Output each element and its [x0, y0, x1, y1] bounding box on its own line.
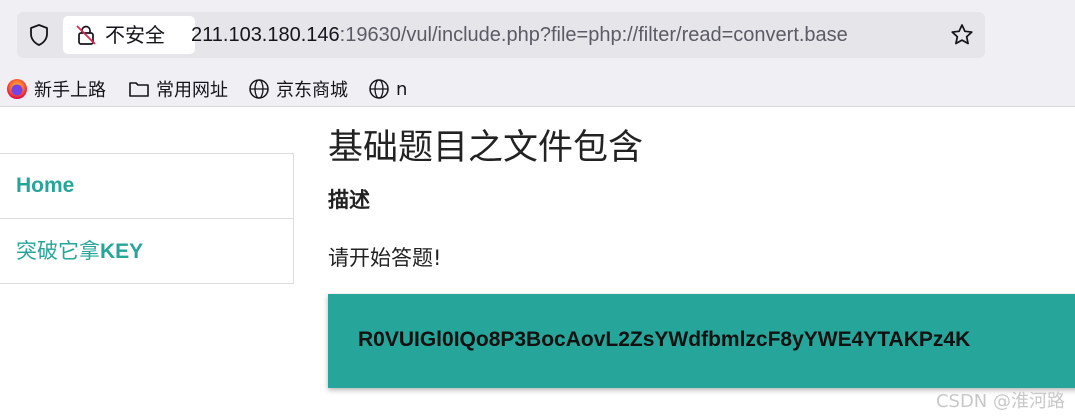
sidebar-nav: Home 突破它拿KEY — [0, 153, 294, 284]
address-bar[interactable]: 不安全 211.103.180.146:19630/vul/include.ph… — [17, 12, 985, 58]
description-heading: 描述 — [328, 188, 370, 212]
bookmark-label: n — [396, 78, 408, 100]
folder-icon — [129, 82, 149, 97]
sidebar-item-home[interactable]: Home — [0, 154, 293, 218]
sidebar-item-label: Home — [16, 174, 75, 197]
key-output-card: R0VUIGl0IQo8P3BocAovL2ZsYWdfbmlzcF8yYWE4… — [328, 294, 1075, 388]
url-host: 211.103.180.146 — [191, 24, 340, 46]
main-content: 基础题目之文件包含 描述 请开始答题! — [328, 124, 644, 270]
insecure-label: 不安全 — [105, 23, 165, 47]
bookmarks-toolbar: 新手上路 常用网址 京东商城 n — [0, 70, 1075, 107]
insecure-lock-icon — [76, 25, 96, 45]
site-identity-button[interactable]: 不安全 — [63, 16, 195, 54]
bookmark-label: 常用网址 — [156, 80, 228, 101]
sidebar-item-label-latin: KEY — [100, 240, 144, 263]
prompt-text: 请开始答题! — [328, 246, 442, 270]
tracking-protection-shield-icon[interactable] — [27, 23, 51, 47]
globe-icon — [369, 79, 389, 99]
bookmark-item[interactable]: 新手上路 — [6, 74, 106, 104]
bookmark-item[interactable]: 京东商城 — [248, 74, 348, 104]
bookmark-label: 新手上路 — [34, 80, 106, 101]
bookmark-item[interactable]: n — [368, 74, 407, 104]
bookmark-folder[interactable]: 常用网址 — [128, 74, 228, 104]
watermark: CSDN @淮河路 — [935, 391, 1065, 412]
sidebar-item-label-cjk: 突破它拿 — [16, 239, 100, 263]
bookmark-label: 京东商城 — [276, 80, 348, 101]
page-title: 基础题目之文件包含 — [328, 128, 644, 168]
url-path: :19630/vul/include.php?file=php://filter… — [339, 24, 848, 46]
firefox-icon — [7, 79, 27, 99]
key-output-text: R0VUIGl0IQo8P3BocAovL2ZsYWdfbmlzcF8yYWE4… — [358, 328, 971, 351]
sidebar-item-get-key[interactable]: 突破它拿KEY — [0, 218, 293, 283]
bookmark-star-icon[interactable] — [949, 22, 975, 48]
url-text[interactable]: 211.103.180.146:19630/vul/include.php?fi… — [191, 21, 939, 49]
browser-toolbar: 不安全 211.103.180.146:19630/vul/include.ph… — [0, 0, 1075, 70]
globe-icon — [249, 79, 269, 99]
